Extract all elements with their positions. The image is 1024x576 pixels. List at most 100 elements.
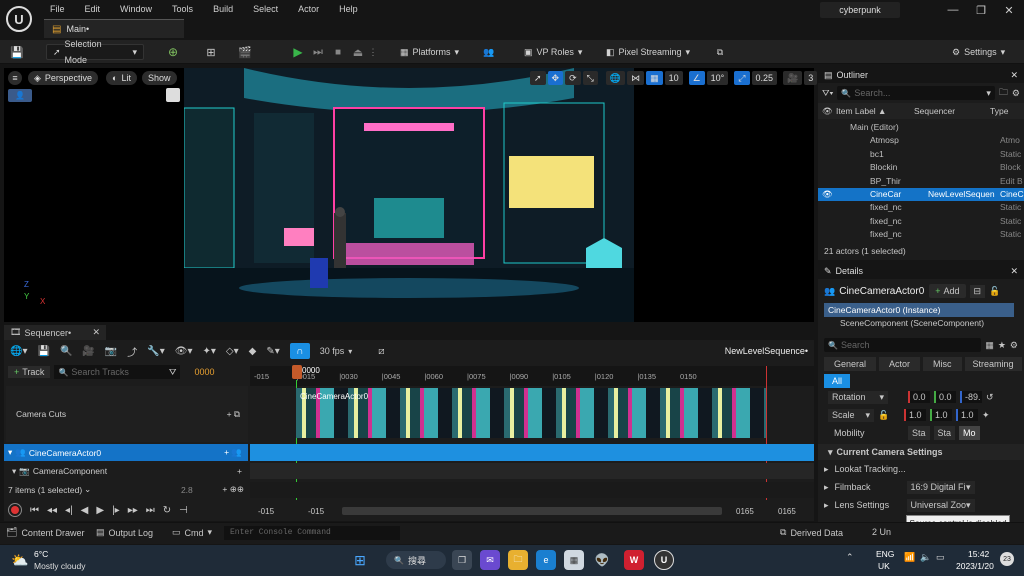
minimize-icon[interactable]: — (940, 0, 966, 20)
jump-end-icon[interactable]: ⏭ (146, 505, 155, 516)
snap-magnet-icon[interactable]: ∩ (289, 343, 310, 359)
filter-streaming[interactable]: Streaming (964, 357, 1022, 371)
filter-icon[interactable]: ⛛▾ (822, 88, 833, 99)
filter-icon[interactable]: ⛛ (169, 367, 177, 378)
prev-key-icon[interactable]: ◂◂ (47, 505, 57, 516)
step-icon[interactable]: ⏭ (310, 44, 326, 60)
maximize-viewport-icon[interactable] (166, 88, 180, 102)
filmback-dropdown[interactable]: 16:9 Digital Film▾ (906, 480, 975, 494)
lang-region[interactable]: UK (878, 561, 890, 571)
actor-name[interactable]: CineCameraActor0 (839, 286, 925, 297)
fps-dropdown[interactable]: 30 fps (320, 346, 345, 356)
column-sequencer[interactable]: Sequencer (914, 106, 990, 116)
vp-roles-button[interactable]: ▣ VP Roles ▾ (524, 44, 582, 60)
mobility-movable[interactable]: Mo (959, 426, 980, 440)
outliner-row[interactable]: fixed_nc Static (818, 201, 1024, 214)
save-folder-icon[interactable]: 🗀 (999, 85, 1008, 101)
track-camera-cuts[interactable]: Camera Cuts + ⧉ (6, 386, 248, 442)
edge-browser-icon[interactable]: e (536, 550, 556, 570)
wifi-icon[interactable]: 📶 (904, 552, 915, 563)
view-start[interactable]: -015 (308, 507, 342, 516)
rotation-dropdown[interactable]: Rotation ▾ (828, 390, 888, 404)
menu-build[interactable]: Build (203, 1, 243, 17)
windows-start-icon[interactable]: ⊞ (350, 550, 370, 570)
star-icon[interactable]: ★ (998, 340, 1006, 351)
filter-all[interactable]: All (824, 374, 851, 388)
range-scrollbar[interactable] (342, 507, 722, 515)
render-movie-icon[interactable]: 🎥 (82, 346, 94, 357)
add-track-button[interactable]: + Track (8, 366, 51, 378)
range-start[interactable]: -015 (258, 507, 308, 516)
rotation-y[interactable]: 0.0 (934, 391, 956, 403)
menu-tools[interactable]: Tools (162, 1, 203, 17)
scale-y[interactable]: 1.0 (930, 409, 952, 421)
add-actor-icon[interactable]: ⊕ (164, 44, 182, 60)
task-view-icon[interactable]: ❐ (452, 550, 472, 570)
tools-icon[interactable]: 🔧▾ (147, 346, 164, 357)
view-end[interactable]: 0165 (736, 507, 778, 516)
track-cine-camera-actor[interactable]: ▾ 👥 CineCameraActor0 + 👥 (4, 444, 248, 461)
scale-x[interactable]: 1.0 (904, 409, 926, 421)
rotation-x[interactable]: 0.0 (908, 391, 930, 403)
sequencer-tab[interactable]: 🎞 Sequencer• ✕ (4, 325, 106, 340)
camera-icon[interactable]: 📷 (105, 346, 117, 357)
outliner-row[interactable]: Blockin Block (818, 161, 1024, 174)
derived-data-button[interactable]: ⧉ Derived Data (780, 527, 843, 538)
menu-window[interactable]: Window (110, 1, 162, 17)
menu-select[interactable]: Select (243, 1, 288, 17)
grid-snap-value[interactable]: 10 (664, 71, 683, 85)
track-camera-component[interactable]: ▾ 📷 CameraComponent + (6, 463, 248, 479)
component-row[interactable]: SceneComponent (SceneComponent) (824, 317, 1018, 330)
blueprint-icon[interactable]: ⊞ (202, 44, 220, 60)
scale-z[interactable]: 1.0 (956, 409, 978, 421)
lock-icon[interactable]: 🔓 (989, 286, 1000, 297)
outliner-row[interactable]: Main (Editor) (818, 121, 1024, 134)
save-sequence-icon[interactable]: 💾 (37, 346, 49, 357)
mobility-static[interactable]: Sta (908, 426, 930, 440)
gear-icon[interactable]: ⚙ (1012, 88, 1020, 99)
prev-frame-icon[interactable]: ◂| (65, 505, 73, 516)
track-search-input[interactable]: Search Tracks (71, 367, 165, 377)
rotation-snap-toggle[interactable]: ∠ (688, 71, 705, 85)
lock-icon[interactable]: 🔓 (878, 410, 900, 421)
blueprint-icon[interactable]: ⊟ (969, 284, 986, 298)
users-icon[interactable]: 👥 (482, 44, 496, 60)
volume-icon[interactable]: 🔈 (920, 552, 931, 563)
unreal-taskbar-icon[interactable]: U (654, 550, 674, 570)
menu-file[interactable]: File (40, 1, 75, 17)
loop-icon[interactable]: ↻ (163, 505, 171, 516)
mobility-stationary[interactable]: Sta (933, 426, 956, 440)
play-button[interactable]: ▶ (290, 44, 306, 60)
range-icon[interactable]: ⊣ (179, 505, 188, 516)
key-icon[interactable]: ◆ (249, 346, 257, 357)
world-space-icon[interactable]: 🌐 (605, 71, 626, 85)
teams-chat-icon[interactable]: ✉ (480, 550, 500, 570)
details-search[interactable]: 🔍 Search (824, 338, 982, 352)
stop-icon[interactable]: ■ (330, 44, 346, 60)
outliner-row[interactable]: fixed_nc Static (818, 228, 1024, 241)
pilot-camera-icon[interactable]: 👤 (8, 89, 32, 102)
add-icon[interactable]: + (237, 466, 242, 476)
playhead-handle[interactable] (292, 365, 302, 379)
console-input[interactable]: Enter Console Command (224, 526, 400, 540)
settings-button[interactable]: ⚙ Settings ▾ (952, 44, 1005, 60)
visibility-eye-icon[interactable]: 👁 (818, 188, 833, 201)
world-icon[interactable]: 🌐▾ (10, 346, 27, 357)
camera-speed-value[interactable]: 3 (804, 71, 818, 85)
save-icon[interactable]: 💾 (10, 44, 24, 60)
close-window-icon[interactable]: ✕ (996, 0, 1022, 20)
reset-icon[interactable]: ↺ (986, 392, 994, 403)
brush-icon[interactable]: ✎▾ (266, 346, 279, 357)
close-icon[interactable]: ✕ (1010, 68, 1018, 83)
lit-button[interactable]: ◐ Lit (106, 71, 137, 85)
track-search[interactable]: 🔍 Search Tracks ⛛ (54, 365, 181, 379)
cine-camera-track-bar[interactable] (250, 444, 814, 461)
rotation-z[interactable]: -89. (960, 391, 982, 403)
chevron-down-icon[interactable]: ⌄ (84, 484, 91, 495)
filter-actor[interactable]: Actor (879, 357, 921, 371)
jump-start-icon[interactable]: ⏮ (30, 505, 39, 516)
next-key-icon[interactable]: ▸▸ (128, 505, 138, 516)
menu-help[interactable]: Help (329, 1, 368, 17)
outliner-row[interactable]: BP_Thir Edit B (818, 175, 1024, 188)
outliner-search[interactable]: 🔍 Search... ▾ (837, 86, 995, 100)
